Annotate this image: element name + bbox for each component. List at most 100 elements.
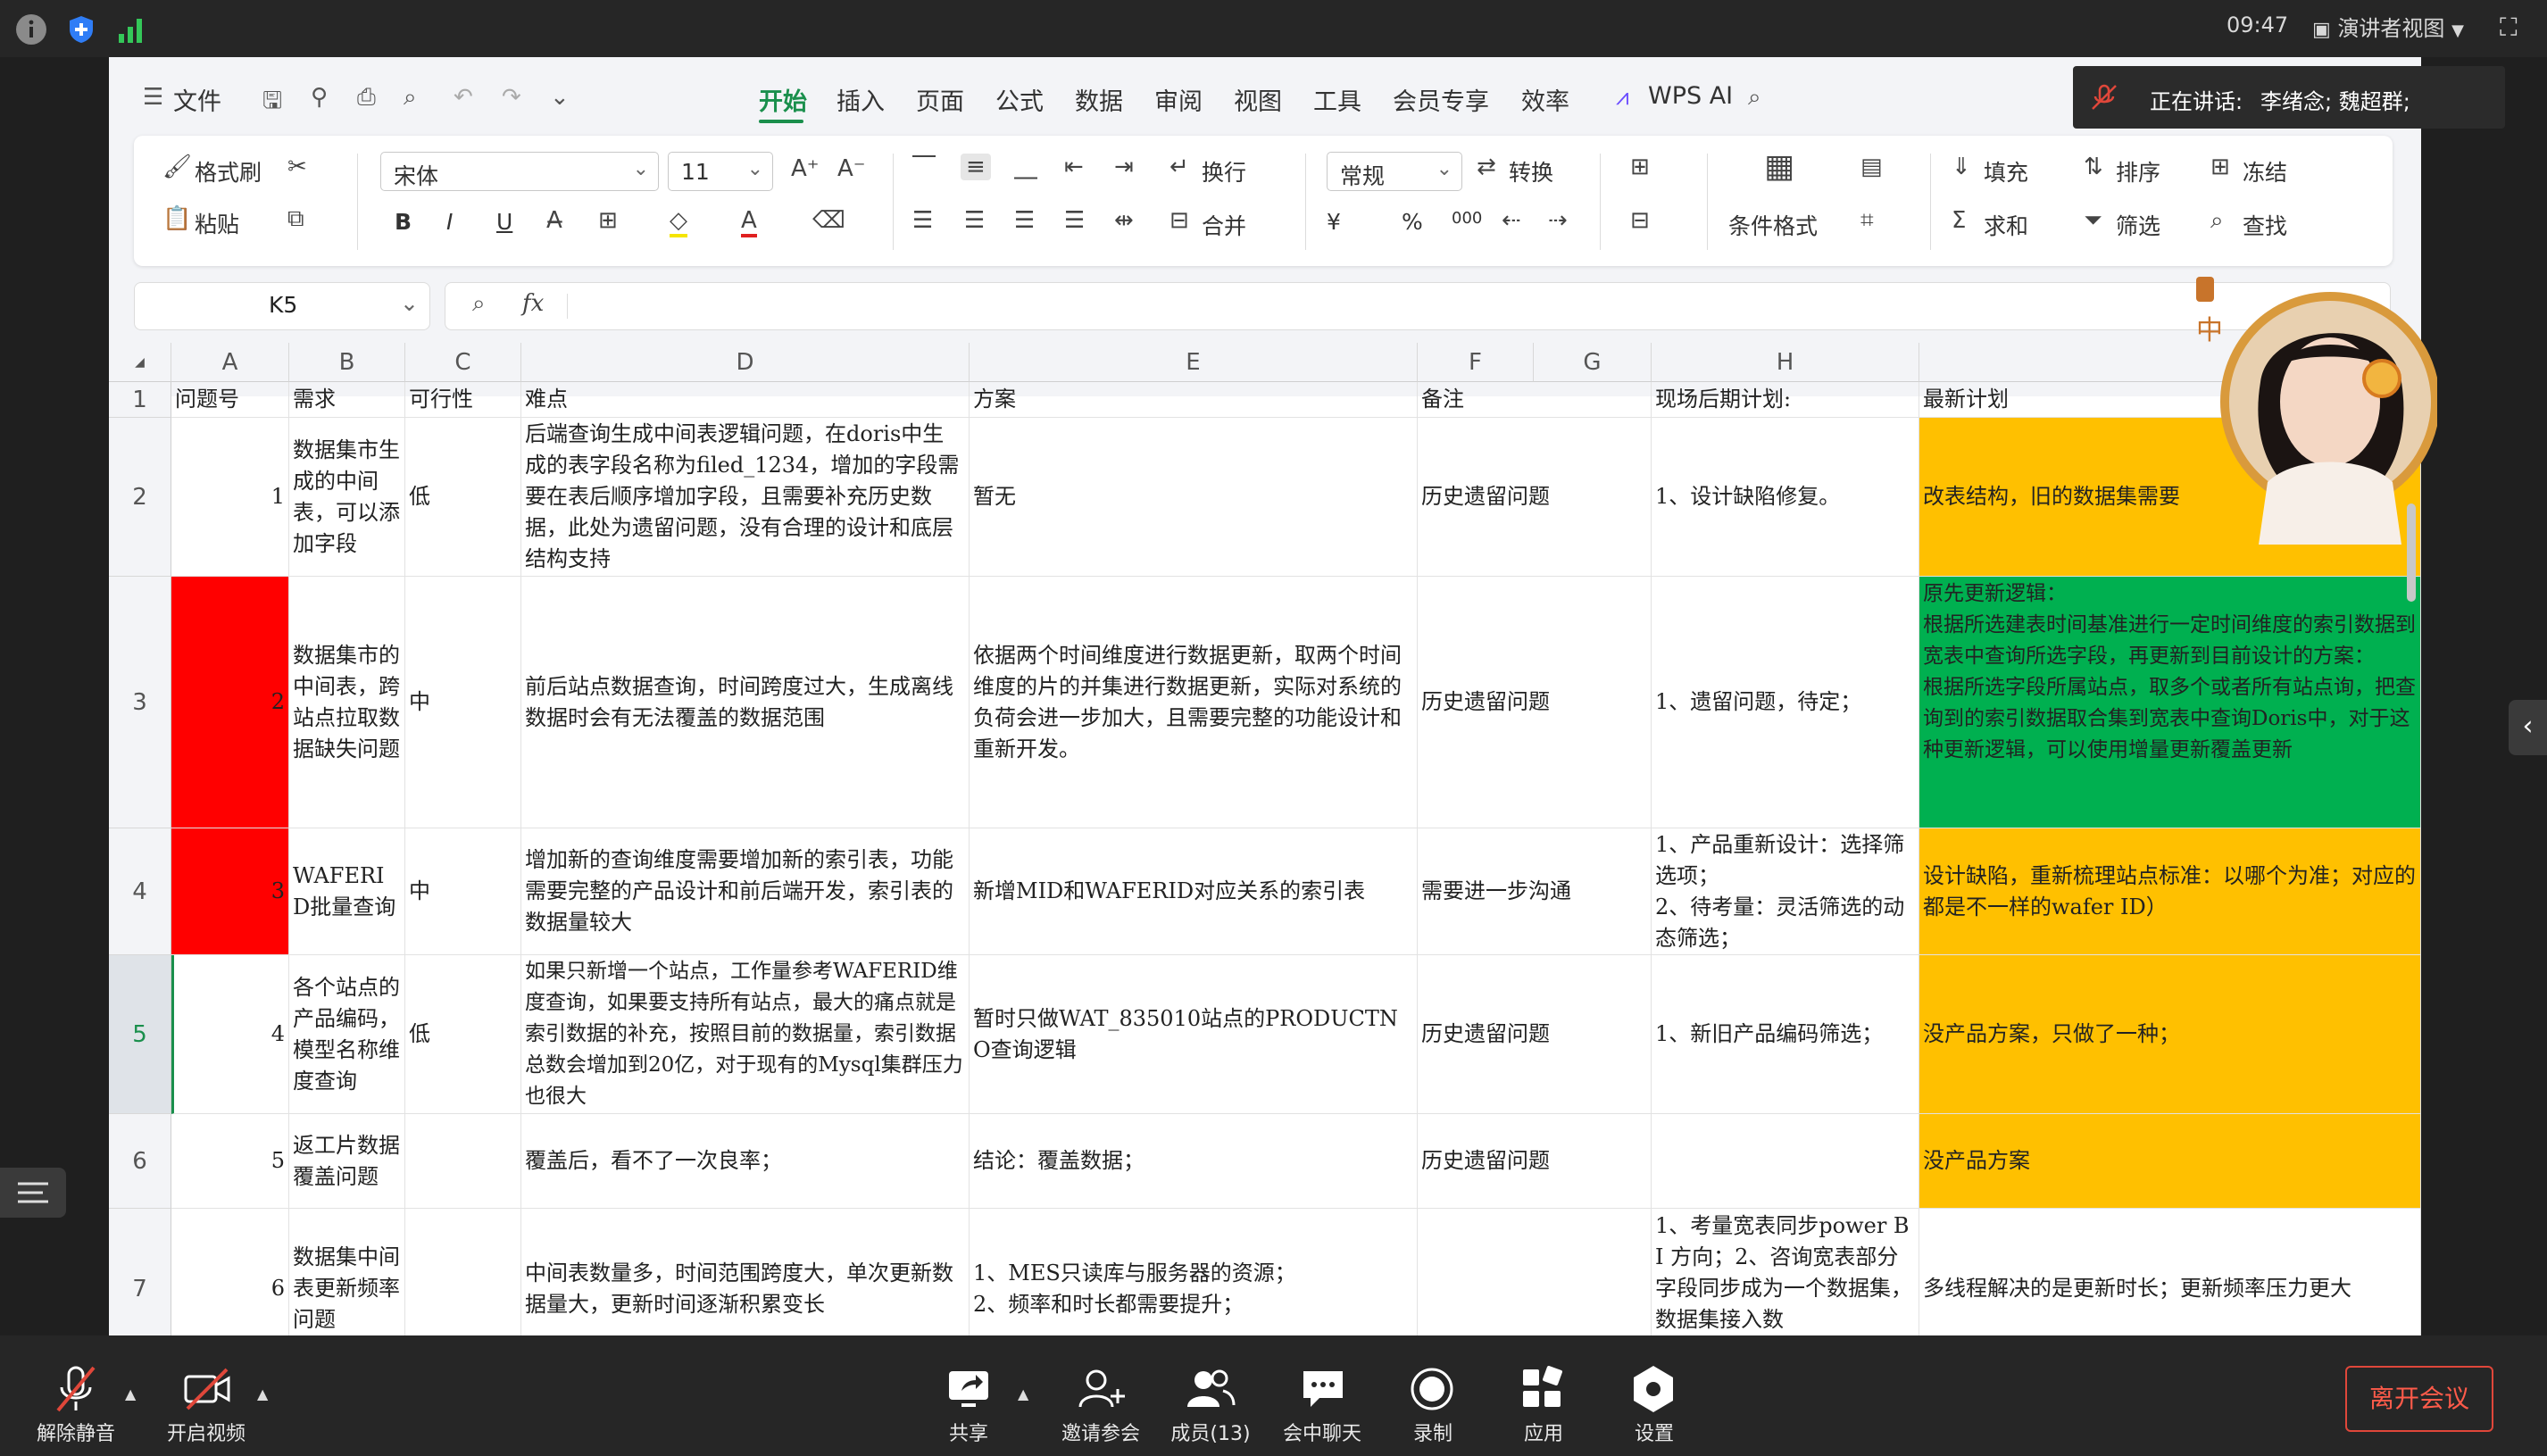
- cell-b7[interactable]: 数据集中间表更新频率问题: [289, 1209, 405, 1335]
- cell-b4[interactable]: WAFERID批量查询: [289, 828, 405, 955]
- cell-h2[interactable]: 1、设计缺陷修复。: [1652, 418, 1919, 577]
- cell-a2[interactable]: 1: [171, 418, 289, 577]
- cell-e5[interactable]: 暂时只做WAT_835010站点的PRODUCTNO查询逻辑: [970, 955, 1418, 1114]
- cell-f4[interactable]: 需要进一步沟通: [1418, 828, 1652, 955]
- row-header-3[interactable]: 3: [109, 577, 171, 828]
- cell-d1[interactable]: 难点: [521, 382, 970, 418]
- cell-a6[interactable]: 5: [171, 1114, 289, 1209]
- cell-e6[interactable]: 结论：覆盖数据；: [970, 1114, 1418, 1209]
- cell-h4[interactable]: 1、产品重新设计：选择筛选项； 2、待考量：灵活筛选的动态筛选；: [1652, 828, 1919, 955]
- speaker-view-dropdown[interactable]: ▣ 演讲者视图 ▼: [2312, 11, 2464, 42]
- cell-h6[interactable]: [1652, 1114, 1919, 1209]
- select-all-corner[interactable]: ◢: [109, 343, 171, 382]
- cell-i5[interactable]: 没产品方案，只做了一种；: [1919, 955, 2421, 1114]
- cell-b2[interactable]: 数据集市生成的中间表，可以添加字段: [289, 418, 405, 577]
- row-header-5[interactable]: 5: [109, 955, 171, 1114]
- cell-c5[interactable]: 低: [405, 955, 521, 1114]
- cell-e4[interactable]: 新增MID和WAFERID对应关系的索引表: [970, 828, 1418, 955]
- mic-muted-icon[interactable]: [49, 1362, 103, 1416]
- leave-meeting-button[interactable]: 离开会议: [2345, 1366, 2493, 1432]
- start-video-button[interactable]: 开启视频: [166, 1418, 246, 1446]
- record-icon[interactable]: [1405, 1362, 1459, 1416]
- invite-button[interactable]: 邀请参会: [1061, 1418, 1141, 1446]
- cell-f1[interactable]: 备注: [1418, 382, 1652, 418]
- share-button[interactable]: 共享: [946, 1418, 991, 1446]
- column-header-e[interactable]: E: [970, 343, 1418, 382]
- invite-icon[interactable]: [1075, 1362, 1128, 1416]
- cell-a7[interactable]: 6: [171, 1209, 289, 1335]
- cell-c4[interactable]: 中: [405, 828, 521, 955]
- cell-c1[interactable]: 可行性: [405, 382, 521, 418]
- fullscreen-icon[interactable]: ⛶: [2500, 12, 2518, 43]
- side-panel-toggle[interactable]: ‹: [2509, 700, 2547, 755]
- column-header-b[interactable]: B: [289, 343, 405, 382]
- members-button[interactable]: 成员(13): [1169, 1418, 1252, 1446]
- presenter-avatar: 中: [2196, 277, 2440, 545]
- cell-h5[interactable]: 1、新旧产品编码筛选；: [1652, 955, 1919, 1114]
- row-header-1[interactable]: 1: [109, 382, 171, 418]
- cell-a5[interactable]: 4: [171, 955, 289, 1114]
- mic-options-caret[interactable]: ▲: [125, 1385, 136, 1402]
- cell-c6[interactable]: [405, 1114, 521, 1209]
- signal-icon[interactable]: [116, 14, 146, 45]
- info-icon[interactable]: [16, 14, 46, 45]
- cell-a1[interactable]: 问题号: [171, 382, 289, 418]
- unmute-button[interactable]: 解除静音: [36, 1418, 116, 1446]
- cell-b6[interactable]: 返工片数据覆盖问题: [289, 1114, 405, 1209]
- cell-b3[interactable]: 数据集市的中间表，跨站点拉取数据缺失问题: [289, 577, 405, 828]
- cell-i3[interactable]: 原先更新逻辑： 根据所选建表时间基准进行一定时间维度的索引数据到宽表中查询所选字…: [1919, 577, 2421, 828]
- apps-icon[interactable]: [1516, 1362, 1569, 1416]
- cell-d7[interactable]: 中间表数量多，时间范围跨度大，单次更新数据量大，更新时间逐渐积累变长: [521, 1209, 970, 1335]
- shield-icon[interactable]: [66, 14, 96, 45]
- cell-f2[interactable]: 历史遗留问题: [1418, 418, 1652, 577]
- cell-h7[interactable]: 1、考量宽表同步power BI 方向；2、咨询宽表部分字段同步成为一个数据集，…: [1652, 1209, 1919, 1335]
- settings-icon[interactable]: [1627, 1362, 1680, 1416]
- column-header-g[interactable]: G: [1534, 343, 1652, 382]
- cell-f6[interactable]: 历史遗留问题: [1418, 1114, 1652, 1209]
- settings-button[interactable]: 设置: [1632, 1418, 1677, 1446]
- cell-d6[interactable]: 覆盖后，看不了一次良率；: [521, 1114, 970, 1209]
- row-header-2[interactable]: 2: [109, 418, 171, 577]
- cell-e1[interactable]: 方案: [970, 382, 1418, 418]
- cell-h1[interactable]: 现场后期计划:: [1652, 382, 1919, 418]
- cell-i4[interactable]: 设计缺陷，重新梳理站点标准：以哪个为准；对应的都是不一样的wafer ID）: [1919, 828, 2421, 955]
- column-header-c[interactable]: C: [405, 343, 521, 382]
- cell-e7[interactable]: 1、MES只读库与服务器的资源； 2、频率和时长都需要提升；: [970, 1209, 1418, 1335]
- column-header-d[interactable]: D: [521, 343, 970, 382]
- cell-d4[interactable]: 增加新的查询维度需要增加新的索引表，功能需要完整的产品设计和前后端开发，索引表的…: [521, 828, 970, 955]
- cell-i7[interactable]: 多线程解决的是更新时长；更新频率压力更大: [1919, 1209, 2421, 1335]
- column-header-f[interactable]: F: [1418, 343, 1534, 382]
- cell-i6[interactable]: 没产品方案: [1919, 1114, 2421, 1209]
- chat-icon[interactable]: [1296, 1362, 1350, 1416]
- cell-a4[interactable]: 3: [171, 828, 289, 955]
- cell-a3[interactable]: 2: [171, 577, 289, 828]
- cell-d2[interactable]: 后端查询生成中间表逻辑问题，在doris中生成的表字段名称为filed_1234…: [521, 418, 970, 577]
- column-header-a[interactable]: A: [171, 343, 289, 382]
- apps-button[interactable]: 应用: [1521, 1418, 1566, 1446]
- cell-h3[interactable]: 1、遗留问题，待定；: [1652, 577, 1919, 828]
- row-header-4[interactable]: 4: [109, 828, 171, 955]
- cell-b5[interactable]: 各个站点的产品编码，模型名称维度查询: [289, 955, 405, 1114]
- cell-c2[interactable]: 低: [405, 418, 521, 577]
- cell-f5[interactable]: 历史遗留问题: [1418, 955, 1652, 1114]
- record-button[interactable]: 录制: [1411, 1418, 1455, 1446]
- row-header-7[interactable]: 7: [109, 1209, 171, 1335]
- cell-c7[interactable]: [405, 1209, 521, 1335]
- cell-e2[interactable]: 暂无: [970, 418, 1418, 577]
- row-header-6[interactable]: 6: [109, 1114, 171, 1209]
- cell-d5[interactable]: 如果只新增一个站点，工作量参考WAFERID维度查询，如果要支持所有站点，最大的…: [521, 955, 970, 1114]
- column-header-h[interactable]: H: [1652, 343, 1919, 382]
- cell-f7[interactable]: [1418, 1209, 1652, 1335]
- cell-f3[interactable]: 历史遗留问题: [1418, 577, 1652, 828]
- cell-c3[interactable]: 中: [405, 577, 521, 828]
- list-panel-toggle[interactable]: [0, 1168, 66, 1218]
- video-off-icon[interactable]: [180, 1362, 234, 1416]
- cell-e3[interactable]: 依据两个时间维度进行数据更新，取两个时间维度的片的并集进行数据更新，实际对系统的…: [970, 577, 1418, 828]
- share-icon[interactable]: [942, 1362, 995, 1416]
- members-icon[interactable]: [1184, 1362, 1237, 1416]
- cell-d3[interactable]: 前后站点数据查询，时间跨度过大，生成离线数据时会有无法覆盖的数据范围: [521, 577, 970, 828]
- share-options-caret[interactable]: ▲: [1018, 1385, 1028, 1402]
- chat-button[interactable]: 会中聊天: [1282, 1418, 1362, 1446]
- video-options-caret[interactable]: ▲: [257, 1385, 268, 1402]
- cell-b1[interactable]: 需求: [289, 382, 405, 418]
